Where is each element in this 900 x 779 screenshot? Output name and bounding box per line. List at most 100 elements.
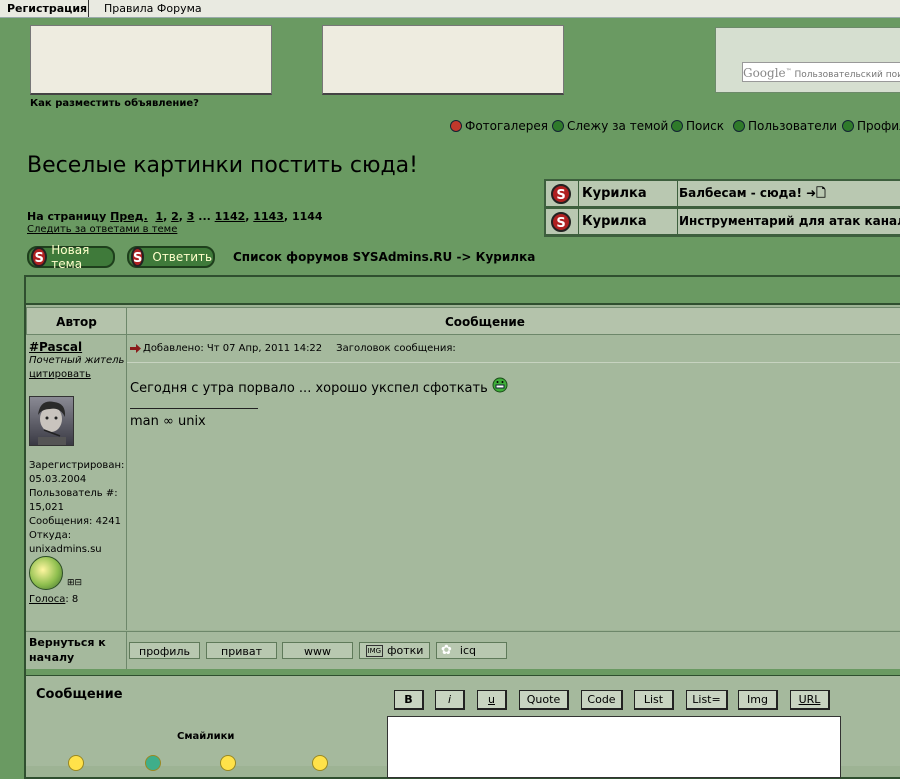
back-to-top-link[interactable]: Вернуться к началу — [29, 635, 124, 665]
reply-label: Ответить — [152, 250, 213, 264]
nav-gallery-label: Фотогалерея — [465, 119, 548, 133]
post-body: Сегодня с утра порвало ... хорошо укспел… — [130, 377, 508, 396]
reply-button[interactable]: S Ответить — [127, 246, 215, 268]
google-logo: Google — [743, 66, 786, 80]
smiley-icon[interactable] — [312, 755, 328, 771]
author-column-header: Автор — [26, 307, 127, 335]
nav-profile[interactable]: Профиль — [842, 119, 900, 133]
sysadmins-s-icon: S — [551, 184, 571, 204]
page-current-1144: 1144 — [291, 210, 323, 223]
post-subject-label: Заголовок сообщения: — [336, 343, 456, 354]
plus-minus-icon[interactable]: ⊞⊟ — [67, 578, 82, 588]
list-button[interactable]: List — [634, 690, 674, 710]
related-topic-forum[interactable]: Курилка — [580, 209, 678, 234]
nav-search-label: Поиск — [686, 119, 725, 133]
from-value: unixadmins.su — [29, 544, 102, 555]
ad-banner-1[interactable] — [30, 25, 272, 95]
related-topic-icon-cell: S — [546, 209, 579, 234]
post-header: Добавлено: Чт 07 Апр, 2011 14:22 Заголов… — [130, 343, 456, 354]
italic-button[interactable]: i — [435, 690, 465, 710]
smiley-icon[interactable] — [145, 755, 161, 771]
url-button[interactable]: URL — [790, 690, 830, 710]
votes-link[interactable]: Голоса — [29, 594, 65, 605]
post-text: Сегодня с утра порвало ... хорошо укспел… — [130, 381, 488, 396]
google-search-input[interactable]: Google™ Пользовательский поиск — [742, 62, 900, 82]
quote-link[interactable]: цитировать — [29, 369, 91, 380]
icq-button[interactable]: ✿ icq — [436, 642, 507, 659]
nav-watch[interactable]: Слежу за темой — [552, 119, 668, 133]
gallery-icon — [450, 120, 462, 132]
page-link-2[interactable]: 2 — [171, 210, 179, 223]
page-title: Веселые картинки постить сюда! — [27, 153, 418, 178]
page-prev-link[interactable]: Пред. — [110, 210, 148, 223]
message-textarea[interactable] — [387, 716, 841, 778]
pagination: На страницу Пред. 1, 2, 3 ... 1142, 1143… — [27, 210, 323, 223]
votes-count: 8 — [71, 594, 79, 605]
reply-message-label: Сообщение — [36, 687, 123, 702]
quote-button[interactable]: Quote — [519, 690, 569, 710]
related-topic-row[interactable]: S Курилка Инструментарий для атак каналь… — [546, 209, 900, 234]
related-topic-forum[interactable]: Курилка — [580, 181, 678, 206]
users-icon — [733, 120, 745, 132]
sysadmins-s-icon: S — [131, 247, 145, 267]
bold-button[interactable]: B — [394, 690, 424, 710]
photos-label: фотки — [387, 644, 424, 657]
nav-users-label: Пользователи — [748, 119, 838, 133]
ad-howto-link[interactable]: Как разместить объявление? — [30, 98, 199, 109]
divider — [127, 362, 900, 363]
underline-button[interactable]: u — [477, 690, 507, 710]
related-topic-icon-cell: S — [546, 181, 579, 206]
author-name[interactable]: #Pascal — [29, 340, 82, 354]
www-button[interactable]: www — [282, 642, 353, 659]
page-link-1142[interactable]: 1142 — [215, 210, 246, 223]
user-number: 15,021 — [29, 502, 64, 513]
profile-button[interactable]: профиль — [129, 642, 200, 659]
new-topic-button[interactable]: S Новая тема — [27, 243, 115, 271]
smiley-icon[interactable] — [220, 755, 236, 771]
follow-topic-link[interactable]: Следить за ответами в теме — [27, 224, 177, 235]
related-topic-title[interactable]: Балбесам - сюда! ➜🗋 — [679, 181, 826, 206]
google-search-placeholder: Пользовательский поиск — [794, 70, 900, 80]
sysadmins-s-icon: S — [551, 212, 571, 232]
related-topic-title[interactable]: Инструментарий для атак канальн — [679, 209, 900, 234]
search-icon — [671, 120, 683, 132]
grin-smiley-icon — [492, 377, 508, 393]
page-link-1143[interactable]: 1143 — [253, 210, 284, 223]
ordered-list-button[interactable]: List= — [686, 690, 728, 710]
avatar — [29, 396, 74, 446]
ad-banner-2[interactable] — [322, 25, 564, 95]
sysadmins-s-icon: S — [31, 247, 48, 267]
google-search-box — [715, 27, 900, 93]
table-header-bar — [26, 277, 900, 305]
related-topic-row[interactable]: S Курилка Балбесам - сюда! ➜🗋 — [546, 181, 900, 206]
nav-search[interactable]: Поиск — [671, 119, 724, 133]
breadcrumb[interactable]: Список форумов SYSAdmins.RU -> Курилка — [233, 250, 535, 264]
smiley-icon[interactable] — [68, 755, 84, 771]
page-link-1[interactable]: 1 — [155, 210, 163, 223]
post-date: Добавлено: Чт 07 Апр, 2011 14:22 — [143, 343, 323, 354]
messages-count: 4241 — [95, 516, 122, 527]
watch-icon — [552, 120, 564, 132]
nav-users[interactable]: Пользователи — [733, 119, 837, 133]
votes: Голоса: 8 — [29, 594, 79, 605]
icq-label: icq — [459, 644, 476, 657]
image-button[interactable]: Img — [738, 690, 778, 710]
profile-icon — [842, 120, 854, 132]
post-arrow-icon — [130, 344, 141, 353]
messages-label: Сообщения: — [29, 516, 93, 527]
section-divider — [26, 669, 900, 676]
author-rank: Почетный житель — [29, 355, 125, 366]
nav-gallery[interactable]: Фотогалерея — [450, 119, 548, 133]
pagination-prefix: На страницу — [27, 210, 107, 223]
related-topics-table: S Курилка Балбесам - сюда! ➜🗋 S Курилка … — [544, 179, 900, 237]
author-details: Зарегистрирован: 05.03.2004 Пользователь… — [29, 459, 124, 557]
registered-date: 05.03.2004 — [29, 474, 87, 485]
code-button[interactable]: Code — [581, 690, 623, 710]
rules-link[interactable]: Правила Форума — [104, 2, 202, 15]
page-link-3[interactable]: 3 — [187, 210, 195, 223]
photos-button[interactable]: IMG фотки — [359, 642, 430, 659]
pm-button[interactable]: приват — [206, 642, 277, 659]
user-number-label: Пользователь #: — [29, 488, 118, 499]
register-link[interactable]: Регистрация — [7, 2, 87, 15]
nav-watch-label: Слежу за темой — [567, 119, 669, 133]
